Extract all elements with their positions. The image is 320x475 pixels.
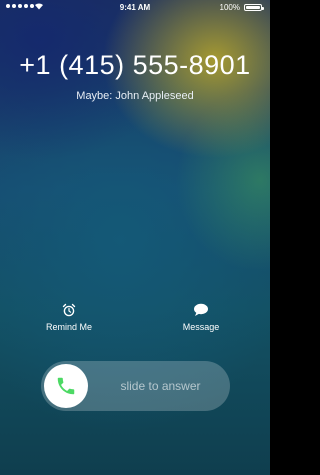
message-button[interactable]: Message <box>161 303 241 332</box>
alarm-clock-icon <box>62 303 76 317</box>
message-bubble-icon <box>194 303 208 316</box>
remind-me-label: Remind Me <box>45 322 92 332</box>
battery-percent: 100% <box>219 3 240 12</box>
slide-to-answer-slider[interactable]: slide to answer <box>41 361 230 411</box>
message-label: Message <box>182 322 220 332</box>
answer-handle[interactable] <box>44 364 88 408</box>
battery-icon <box>244 4 264 11</box>
incoming-call-screen: 9:41 AM 100% +1 (415) 555-8901 Maybe: Jo… <box>0 0 270 475</box>
caller-id-suggestion: Maybe: John Appleseed <box>76 90 194 102</box>
phone-icon <box>57 377 75 395</box>
slide-to-answer-label: slide to answer <box>120 379 201 393</box>
caller-number: +1 (415) 555-8901 <box>19 50 251 80</box>
remind-me-button[interactable]: Remind Me <box>29 303 109 332</box>
status-bar: 9:41 AM 100% <box>0 0 270 16</box>
